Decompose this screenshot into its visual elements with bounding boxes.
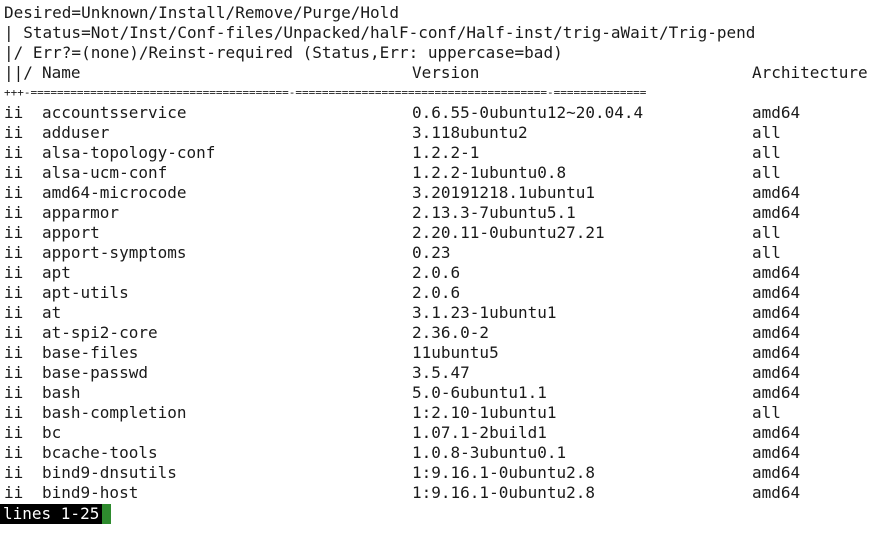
package-name: apt	[42, 263, 71, 282]
package-version: 3.1.23-1ubuntu1	[412, 303, 557, 322]
package-name: bind9-dnsutils	[42, 463, 177, 482]
package-status: ii	[4, 203, 24, 222]
package-status: ii	[4, 283, 24, 302]
legend-error: |/ Err?=(none)/Reinst-required (Status,E…	[4, 43, 563, 62]
package-version: 2.20.11-0ubuntu27.21	[412, 223, 605, 242]
package-architecture: amd64	[752, 443, 801, 462]
package-status: ii	[4, 303, 24, 322]
package-status: ii	[4, 443, 24, 462]
package-architecture: amd64	[752, 343, 801, 362]
package-name: bash-completion	[42, 403, 187, 422]
package-version: 0.23	[412, 243, 451, 262]
package-architecture: amd64	[752, 263, 801, 282]
package-status: ii	[4, 163, 24, 182]
package-architecture: amd64	[752, 283, 801, 302]
package-name: base-files	[42, 343, 139, 362]
package-status: ii	[4, 383, 24, 402]
package-version: 2.13.3-7ubuntu5.1	[412, 203, 576, 222]
package-architecture: all	[752, 243, 781, 262]
package-status: ii	[4, 143, 24, 162]
package-version: 1.07.1-2build1	[412, 423, 547, 442]
package-name: apport	[42, 223, 100, 242]
package-status: ii	[4, 463, 24, 482]
package-status: ii	[4, 483, 24, 502]
package-status: ii	[4, 123, 24, 142]
package-version: 3.118ubuntu2	[412, 123, 528, 142]
package-version: 0.6.55-0ubuntu12~20.04.4	[412, 103, 644, 122]
package-status: ii	[4, 423, 24, 442]
text-cursor	[102, 504, 112, 524]
package-name: alsa-ucm-conf	[42, 163, 168, 182]
package-name: alsa-topology-conf	[42, 143, 216, 162]
package-name: apt-utils	[42, 283, 129, 302]
package-version: 5.0-6ubuntu1.1	[412, 383, 547, 402]
package-version: 2.0.6	[412, 263, 461, 282]
column-header-status: ||/	[4, 63, 33, 82]
package-version: 3.5.47	[412, 363, 470, 382]
package-status: ii	[4, 263, 24, 282]
package-architecture: amd64	[752, 363, 801, 382]
package-architecture: all	[752, 163, 781, 182]
package-name: amd64-microcode	[42, 183, 187, 202]
package-status: ii	[4, 223, 24, 242]
package-name: apparmor	[42, 203, 120, 222]
column-header-architecture: Architecture	[752, 63, 868, 82]
legend-desired: Desired=Unknown/Install/Remove/Purge/Hol…	[4, 3, 399, 22]
package-status: ii	[4, 183, 24, 202]
package-version: 3.20191218.1ubuntu1	[412, 183, 596, 202]
package-version: 1.0.8-3ubuntu0.1	[412, 443, 567, 462]
package-architecture: all	[752, 123, 781, 142]
package-architecture: amd64	[752, 423, 801, 442]
package-name: at-spi2-core	[42, 323, 158, 342]
package-name: bash	[42, 383, 81, 402]
package-status: ii	[4, 343, 24, 362]
column-header-row: ||/ Name Version Architecture	[4, 63, 868, 83]
package-name: accountsservice	[42, 103, 187, 122]
package-status: ii	[4, 363, 24, 382]
package-architecture: all	[752, 223, 781, 242]
package-architecture: all	[752, 403, 781, 422]
package-architecture: amd64	[752, 303, 801, 322]
package-name: base-passwd	[42, 363, 148, 382]
package-name: adduser	[42, 123, 110, 142]
header-separator: +++-====================================…	[4, 87, 647, 99]
package-architecture: amd64	[752, 483, 801, 502]
package-version: 1:2.10-1ubuntu1	[412, 403, 557, 422]
pager-lines-indicator: lines 1-25	[0, 504, 103, 524]
legend-status: | Status=Not/Inst/Conf-files/Unpacked/ha…	[4, 23, 756, 42]
package-architecture: amd64	[752, 203, 801, 222]
package-architecture: amd64	[752, 323, 801, 342]
package-architecture: amd64	[752, 463, 801, 482]
package-version: 1.2.2-1	[412, 143, 480, 162]
package-name: bind9-host	[42, 483, 139, 502]
package-architecture: all	[752, 143, 781, 162]
package-name: bc	[42, 423, 62, 442]
package-status: ii	[4, 323, 24, 342]
package-version: 2.0.6	[412, 283, 461, 302]
package-version: 1:9.16.1-0ubuntu2.8	[412, 463, 596, 482]
package-version: 1.2.2-1ubuntu0.8	[412, 163, 567, 182]
package-version: 11ubuntu5	[412, 343, 499, 362]
package-architecture: amd64	[752, 383, 801, 402]
package-name: apport-symptoms	[42, 243, 187, 262]
terminal-window[interactable]: Desired=Unknown/Install/Remove/Purge/Hol…	[0, 0, 877, 537]
package-status: ii	[4, 243, 24, 262]
package-status: ii	[4, 103, 24, 122]
package-architecture: amd64	[752, 103, 801, 122]
package-name: bcache-tools	[42, 443, 158, 462]
package-architecture: amd64	[752, 183, 801, 202]
package-version: 1:9.16.1-0ubuntu2.8	[412, 483, 596, 502]
package-version: 2.36.0-2	[412, 323, 490, 342]
package-name: at	[42, 303, 62, 322]
package-status: ii	[4, 403, 24, 422]
column-header-version: Version	[412, 63, 480, 82]
column-header-name: Name	[42, 63, 81, 82]
pager-status-bar: lines 1-25	[0, 504, 112, 524]
